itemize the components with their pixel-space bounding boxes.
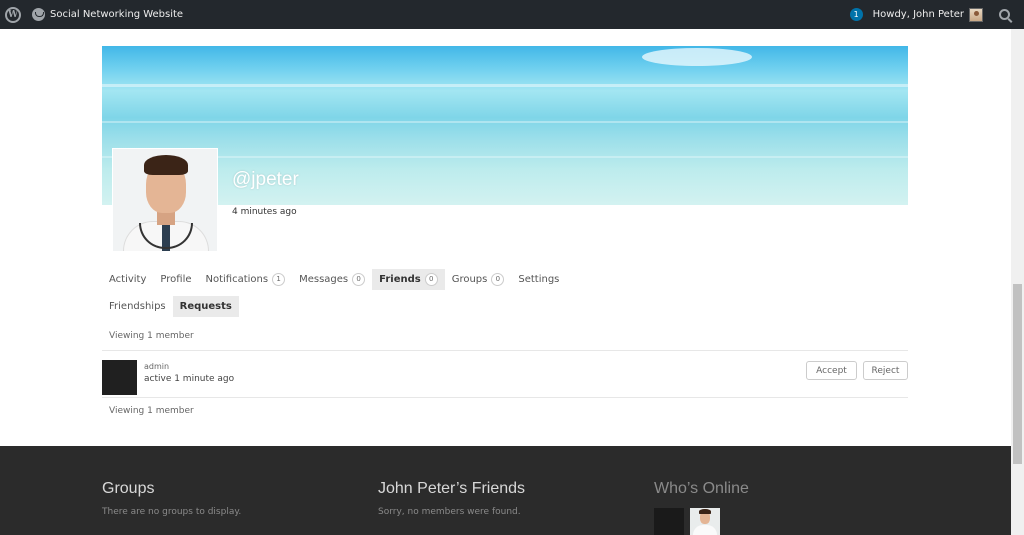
subtab-friendships[interactable]: Friendships bbox=[102, 296, 173, 317]
tab-groups[interactable]: Groups 0 bbox=[445, 269, 512, 290]
reject-button[interactable]: Reject bbox=[863, 361, 908, 380]
pagination-count-top: Viewing 1 member bbox=[109, 331, 194, 341]
admin-bar: W Social Networking Website 1 Howdy, Joh… bbox=[0, 0, 1024, 29]
profile-username: @jpeter bbox=[232, 169, 299, 190]
tab-profile[interactable]: Profile bbox=[153, 269, 198, 290]
tab-label: Settings bbox=[518, 273, 560, 285]
divider bbox=[102, 397, 908, 398]
notification-count-badge[interactable]: 1 bbox=[849, 8, 863, 21]
site-name-link[interactable]: Social Networking Website bbox=[50, 9, 183, 20]
scrollbar-thumb[interactable] bbox=[1013, 284, 1022, 464]
tab-label: Messages bbox=[299, 273, 349, 285]
tab-messages[interactable]: Messages 0 bbox=[292, 269, 372, 290]
count-badge: 1 bbox=[272, 272, 286, 286]
tab-label: Friends bbox=[379, 273, 421, 285]
tab-notifications[interactable]: Notifications 1 bbox=[199, 269, 293, 290]
friends-widget-text: Sorry, no members were found. bbox=[378, 507, 521, 517]
profile-avatar[interactable] bbox=[112, 148, 218, 252]
member-name-link[interactable]: admin bbox=[144, 362, 169, 371]
online-member-avatar[interactable] bbox=[690, 508, 720, 535]
profile-nav: Activity Profile Notifications 1 Message… bbox=[102, 268, 566, 290]
groups-widget-title: Groups bbox=[102, 480, 155, 497]
wordpress-icon[interactable]: W bbox=[5, 6, 21, 23]
site-icon[interactable] bbox=[32, 8, 45, 21]
count-badge: 0 bbox=[424, 272, 438, 286]
accept-button[interactable]: Accept bbox=[806, 361, 857, 380]
tab-label: Groups bbox=[451, 273, 488, 285]
search-icon[interactable] bbox=[999, 9, 1010, 20]
count-badge: 0 bbox=[491, 272, 505, 286]
tab-friends[interactable]: Friends 0 bbox=[372, 268, 445, 290]
tab-label: Profile bbox=[160, 273, 192, 285]
pagination-count-bottom: Viewing 1 member bbox=[109, 406, 194, 416]
count-badge: 0 bbox=[352, 272, 366, 286]
tab-settings[interactable]: Settings bbox=[511, 269, 566, 290]
whos-online-widget-title: Who’s Online bbox=[654, 480, 749, 497]
profile-last-active: 4 minutes ago bbox=[232, 207, 297, 217]
tab-label: Notifications bbox=[205, 273, 269, 285]
user-avatar[interactable] bbox=[969, 7, 983, 22]
subtab-requests[interactable]: Requests bbox=[172, 295, 239, 317]
friends-subnav: Friendships Requests bbox=[102, 295, 239, 317]
member-last-active: active 1 minute ago bbox=[144, 374, 235, 384]
member-avatar[interactable] bbox=[102, 360, 137, 395]
cover-image bbox=[102, 46, 908, 205]
online-member-avatar[interactable] bbox=[654, 508, 684, 535]
howdy-user-link[interactable]: Howdy, John Peter bbox=[873, 9, 964, 20]
friends-widget-title: John Peter’s Friends bbox=[378, 480, 526, 497]
scrollbar[interactable] bbox=[1011, 29, 1024, 535]
tab-activity[interactable]: Activity bbox=[102, 269, 153, 290]
groups-widget-text: There are no groups to display. bbox=[102, 507, 242, 517]
tab-label: Activity bbox=[109, 273, 147, 285]
divider bbox=[102, 350, 908, 351]
